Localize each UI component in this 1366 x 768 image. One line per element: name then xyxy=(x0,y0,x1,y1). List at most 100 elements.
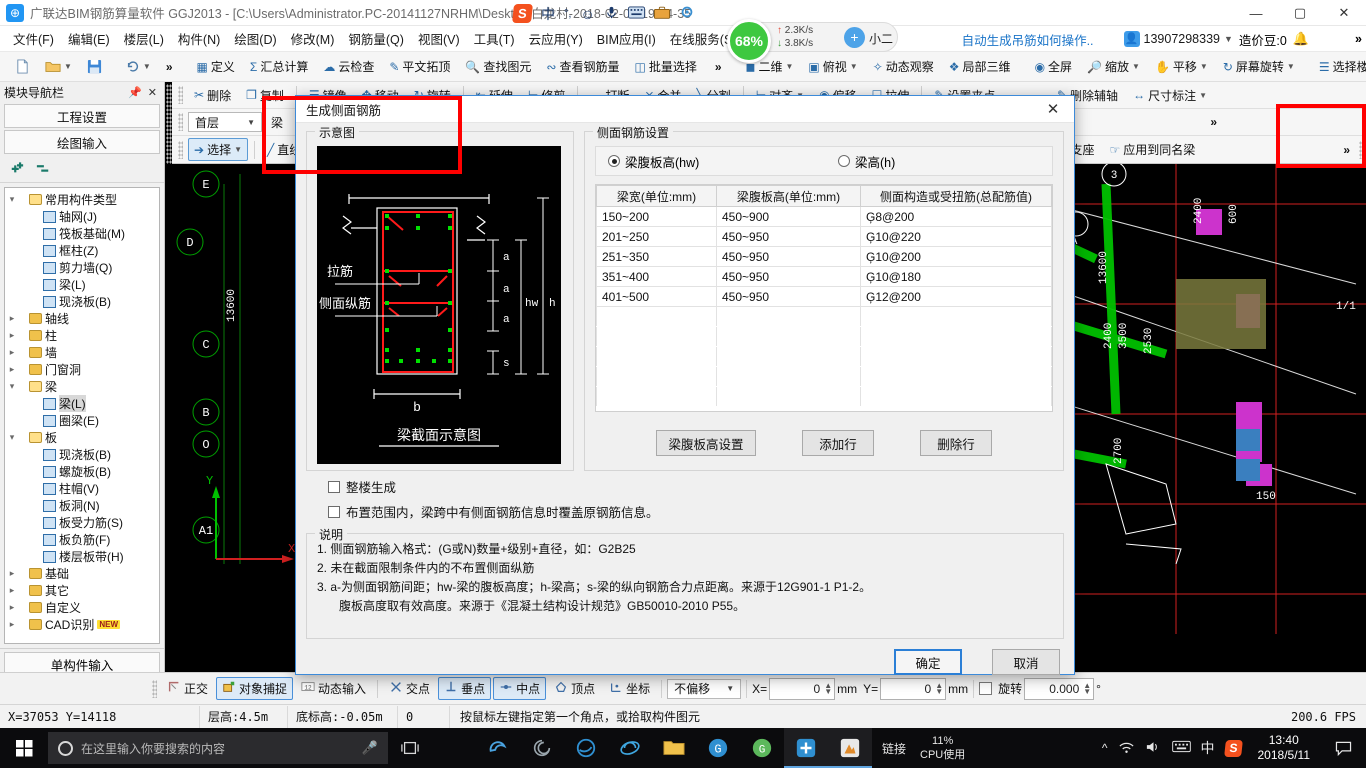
chevron-down-icon-7[interactable]: ▼ xyxy=(1199,91,1207,100)
fullscreen-button[interactable]: ◉ 全屏 xyxy=(1029,55,1079,78)
tree-node-15[interactable]: 现浇板(B) xyxy=(5,446,159,463)
cell-empty[interactable] xyxy=(596,386,717,407)
tree-expander[interactable]: ▸ xyxy=(5,619,19,630)
taskbar-link-label[interactable]: 链接 xyxy=(882,740,906,757)
ggj-app-icon[interactable] xyxy=(828,728,872,768)
chevron-down-icon-4[interactable]: ▼ xyxy=(1200,62,1208,71)
blue-plus-icon[interactable] xyxy=(784,728,828,768)
tree-node-21[interactable]: 楼层板带(H) xyxy=(5,548,159,565)
folder-icon[interactable] xyxy=(652,728,696,768)
tree-expander[interactable]: ▸ xyxy=(5,568,19,579)
ime-punctuation-icon[interactable]: °, xyxy=(564,8,571,20)
app-green-icon[interactable]: G xyxy=(740,728,784,768)
chevron-down-icon-5[interactable]: ▼ xyxy=(1287,62,1295,71)
keyboard-icon[interactable] xyxy=(1171,740,1191,756)
menu-item-3[interactable]: 构件(N) xyxy=(171,26,227,51)
cell-4-0[interactable]: 401~500 xyxy=(596,286,717,307)
cell-empty[interactable] xyxy=(596,326,717,347)
tree-node-0[interactable]: ▾ 常用构件类型 xyxy=(5,191,159,208)
ime-settings-icon[interactable] xyxy=(679,4,695,23)
summarize-button[interactable]: Σ 汇总计算 xyxy=(244,55,314,78)
tree-node-13[interactable]: 圈梁(E) xyxy=(5,412,159,429)
batch-select-button[interactable]: ◫ 批量选择 xyxy=(628,55,702,78)
local-3d-button[interactable]: ❖ 局部三维 xyxy=(943,55,1017,78)
tree-node-10[interactable]: ▸ 门窗洞 xyxy=(5,361,159,378)
menu-item-8[interactable]: 工具(T) xyxy=(467,26,522,51)
cell-empty[interactable] xyxy=(716,306,861,327)
table-row-empty[interactable] xyxy=(596,306,1052,327)
menu-item-5[interactable]: 修改(M) xyxy=(284,26,342,51)
table-row[interactable]: 150~200 450~900 G̦8@200 xyxy=(596,206,1052,227)
tree-expander[interactable]: ▾ xyxy=(5,381,19,392)
close-icon[interactable]: ✕ xyxy=(145,86,160,99)
edit-toolbar-grip[interactable] xyxy=(178,86,183,104)
sogou-logo-icon[interactable]: S xyxy=(512,4,533,23)
tree-expander[interactable]: ▸ xyxy=(5,585,19,596)
account-chip[interactable]: 👤 13907298339 ▼ xyxy=(1123,31,1233,47)
radio-web-height[interactable]: 梁腹板高(hw) xyxy=(608,152,838,171)
cell-empty[interactable] xyxy=(860,346,1052,367)
chevron-down-icon-8[interactable]: ▼ xyxy=(243,118,259,127)
taskbar-clock[interactable]: 13:40 2018/5/11 xyxy=(1252,733,1317,763)
tree-node-18[interactable]: 板洞(N) xyxy=(5,497,159,514)
chevron-down-icon-3[interactable]: ▼ xyxy=(1132,62,1140,71)
cell-1-1[interactable]: 450~950 xyxy=(716,226,861,247)
cell-empty[interactable] xyxy=(596,366,717,387)
tree-node-24[interactable]: ▸ 自定义 xyxy=(5,599,159,616)
grass-g-icon[interactable]: G xyxy=(696,728,740,768)
table-row-empty[interactable] xyxy=(596,366,1052,387)
dialog-close-button[interactable]: ✕ xyxy=(1038,96,1068,122)
table-row-empty[interactable] xyxy=(596,326,1052,347)
rotate-input-field[interactable] xyxy=(1025,680,1082,697)
close-button[interactable]: ✕ xyxy=(1322,0,1366,26)
cell-empty[interactable] xyxy=(716,326,861,347)
cell-empty[interactable] xyxy=(860,326,1052,347)
tree-node-19[interactable]: 板受力筋(S) xyxy=(5,514,159,531)
cell-0-2[interactable]: G̦8@200 xyxy=(860,206,1052,227)
add-row-button[interactable]: 添加行 xyxy=(802,430,874,456)
menu-item-2[interactable]: 楼层(L) xyxy=(117,26,171,51)
tree-node-16[interactable]: 螺旋板(B) xyxy=(5,463,159,480)
save-icon[interactable] xyxy=(81,56,108,77)
sogou-icon[interactable]: S xyxy=(1223,739,1243,757)
cell-2-1[interactable]: 450~950 xyxy=(716,246,861,267)
tree-node-20[interactable]: 板负筋(F) xyxy=(5,531,159,548)
tree-node-22[interactable]: ▸ 基础 xyxy=(5,565,159,582)
tree-expander[interactable]: ▾ xyxy=(5,194,19,205)
screen-rotate-button[interactable]: ↻ 屏幕旋转 ▼ xyxy=(1217,55,1301,78)
menu-item-1[interactable]: 编辑(E) xyxy=(61,26,117,51)
tree-expander[interactable]: ▸ xyxy=(5,313,19,324)
edge-e-icon[interactable] xyxy=(476,728,520,768)
tree-expander[interactable]: ▾ xyxy=(5,432,19,443)
snap-grip[interactable] xyxy=(152,679,157,698)
define-button[interactable]: ▦ 定义 xyxy=(191,55,241,78)
tree-node-8[interactable]: ▸ 柱 xyxy=(5,327,159,344)
ortho-button[interactable]: 正交 xyxy=(161,677,214,700)
toolbar-overflow-mid[interactable]: » xyxy=(709,57,728,77)
ime-keyboard-icon[interactable] xyxy=(627,6,645,22)
select-tool-button[interactable]: ➔ 选择 ▼ xyxy=(188,138,248,161)
pan-button[interactable]: ✋ 平移 ▼ xyxy=(1149,55,1214,78)
tree-node-23[interactable]: ▸ 其它 xyxy=(5,582,159,599)
rebar-table-wrapper[interactable]: 梁宽(单位:mm) 梁腹板高(单位:mm) 侧面构造或受扭筋(总配筋值) 150… xyxy=(595,184,1053,412)
tree-node-12[interactable]: 梁(L) xyxy=(5,395,159,412)
menu-item-10[interactable]: BIM应用(I) xyxy=(590,26,663,51)
cell-empty[interactable] xyxy=(596,346,717,367)
cell-2-2[interactable]: G̦10@200 xyxy=(860,246,1052,267)
cell-3-2[interactable]: G̦10@180 xyxy=(860,266,1052,287)
table-row[interactable]: 201~250 450~950 G̦10@220 xyxy=(596,226,1052,247)
orbit-button[interactable]: ✧ 动态观察 xyxy=(867,55,940,78)
bell-icon[interactable]: 🔔 xyxy=(1293,31,1309,47)
menu-item-6[interactable]: 钢筋量(Q) xyxy=(341,26,411,51)
find-element-button[interactable]: 🔍 查找图元 xyxy=(459,55,537,78)
select-floor-button[interactable]: ☰ 选择楼层 xyxy=(1313,55,1366,78)
cell-empty[interactable] xyxy=(860,366,1052,387)
chevron-down-icon-10[interactable]: ▼ xyxy=(722,684,738,693)
minimize-button[interactable]: — xyxy=(1234,0,1278,26)
tree-node-3[interactable]: 框柱(Z) xyxy=(5,242,159,259)
wifi-icon[interactable] xyxy=(1118,740,1135,757)
offset-mode-combo[interactable]: 不偏移 ▼ xyxy=(667,678,742,699)
tab-project-settings[interactable]: 工程设置 xyxy=(4,104,160,128)
view-rebar-button[interactable]: ∾ 查看钢筋量 xyxy=(540,55,625,78)
zoom-button[interactable]: 🔎 缩放 ▼ xyxy=(1081,55,1146,78)
